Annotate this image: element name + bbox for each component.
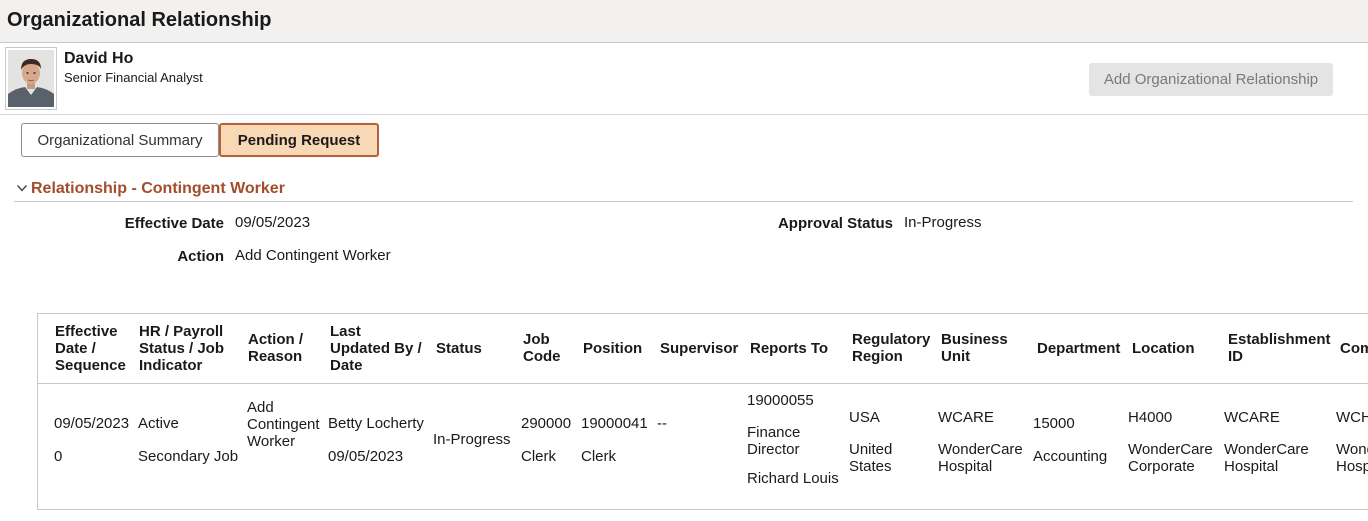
cell-location-desc: WonderCare Corporate: [1128, 441, 1213, 475]
page-header: Organizational Relationship: [0, 0, 1368, 43]
col-header-action-reason: Action / Reason: [248, 331, 303, 365]
cell-action-reason: Add Contingent Worker: [247, 399, 320, 450]
tab-pending-request[interactable]: Pending Request: [219, 123, 379, 157]
cell-department-desc: Accounting: [1033, 448, 1108, 465]
cell-company-desc: WonderCare Hospital: [1336, 441, 1368, 475]
section-title: Relationship - Contingent Worker: [31, 180, 285, 197]
col-header-hr-status: HR / Payroll Status / Job Indicator: [139, 322, 225, 374]
cell-hr-status: Active: [138, 415, 179, 432]
cell-regulatory-region-desc: United States: [849, 441, 893, 475]
cell-supervisor: --: [657, 415, 667, 432]
add-organizational-relationship-button[interactable]: Add Organizational Relationship: [1089, 63, 1333, 96]
col-header-effective-date: Effective Date / Sequence: [55, 322, 126, 374]
col-header-status: Status: [436, 339, 482, 357]
cell-position-desc: Clerk: [581, 448, 617, 465]
cell-position: 19000041: [581, 415, 648, 432]
cell-reports-to-desc: Finance Director: [747, 424, 801, 458]
employee-name: David Ho: [64, 50, 134, 67]
col-header-last-updated: Last Updated By / Date: [330, 322, 422, 374]
cell-business-unit: WCARE: [938, 409, 994, 426]
page-title: Organizational Relationship: [7, 9, 272, 31]
approval-status-label: Approval Status: [777, 215, 893, 232]
cell-reports-to: 19000055: [747, 392, 814, 409]
section-header[interactable]: Relationship - Contingent Worker: [14, 178, 1353, 202]
cell-job-code-desc: Clerk: [521, 448, 557, 465]
action-label: Action: [177, 248, 224, 265]
employee-job-title: Senior Financial Analyst: [64, 70, 203, 85]
cell-last-updated-by: Betty Locherty: [328, 415, 424, 432]
grid-header-row: Effective Date / Sequence HR / Payroll S…: [38, 314, 1368, 384]
col-header-company: Company: [1340, 339, 1368, 357]
effective-date-value: 09/05/2023: [235, 214, 311, 231]
effective-date-label: Effective Date: [124, 215, 224, 232]
cell-location: H4000: [1128, 409, 1173, 426]
chevron-down-icon[interactable]: [16, 182, 28, 194]
person-header: David Ho Senior Financial Analyst Add Or…: [0, 43, 1368, 115]
col-header-job-code: Job Code: [523, 331, 561, 365]
col-header-department: Department: [1037, 339, 1121, 357]
cell-business-unit-desc: WonderCare Hospital: [938, 441, 1023, 475]
cell-job-code: 290000: [521, 415, 572, 432]
cell-sequence: 0: [54, 448, 63, 465]
cell-reports-to-name: Richard Louis: [747, 470, 839, 487]
cell-department: 15000: [1033, 415, 1075, 432]
cell-status: In-Progress: [433, 431, 511, 448]
action-value: Add Contingent Worker: [235, 247, 391, 264]
col-header-reports-to: Reports To: [750, 339, 829, 357]
employee-photo: [8, 50, 54, 107]
cell-establishment-id: WCARE: [1224, 409, 1280, 426]
cell-establishment-desc: WonderCare Hospital: [1224, 441, 1309, 475]
col-header-business-unit: Business Unit: [941, 331, 1008, 365]
tab-organizational-summary[interactable]: Organizational Summary: [21, 123, 219, 157]
col-header-position: Position: [583, 339, 643, 357]
col-header-regulatory-region: Regulatory Region: [852, 331, 931, 365]
cell-effective-date: 09/05/2023: [54, 415, 130, 432]
cell-job-indicator: Secondary Job: [138, 448, 239, 465]
cell-last-updated-date: 09/05/2023: [328, 448, 404, 465]
col-header-location: Location: [1132, 339, 1195, 357]
cell-company: WCH: [1336, 409, 1368, 426]
approval-status-value: In-Progress: [904, 214, 982, 231]
cell-regulatory-region: USA: [849, 409, 880, 426]
avatar: [5, 47, 57, 110]
col-header-establishment-id: Establishment ID: [1228, 331, 1331, 365]
pending-request-grid: Effective Date / Sequence HR / Payroll S…: [37, 313, 1368, 510]
col-header-supervisor: Supervisor: [660, 339, 739, 357]
